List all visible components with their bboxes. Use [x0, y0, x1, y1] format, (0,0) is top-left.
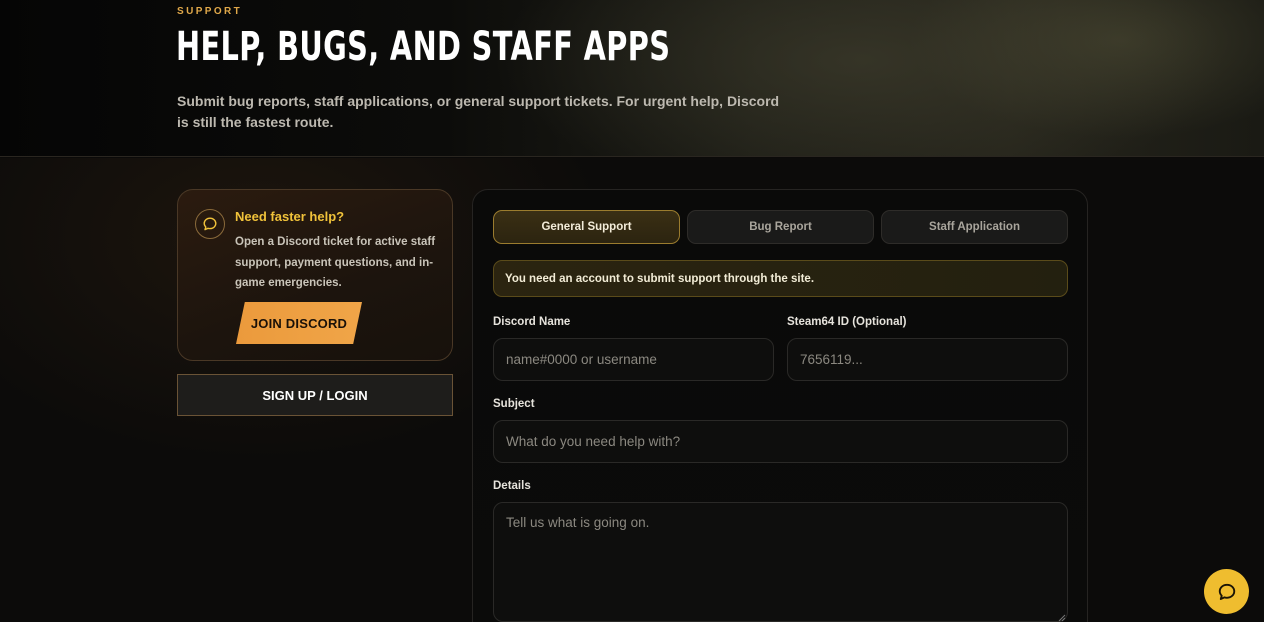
tab-general-support[interactable]: General Support — [493, 210, 680, 244]
tab-bug-report[interactable]: Bug Report — [687, 210, 874, 244]
hero-banner: SUPPORT HELP, BUGS, AND STAFF APPS Submi… — [0, 0, 1264, 157]
tab-staff-application[interactable]: Staff Application — [881, 210, 1068, 244]
chat-button[interactable] — [1204, 569, 1249, 614]
discord-name-label: Discord Name — [493, 316, 571, 328]
account-required-notice: You need an account to submit support th… — [493, 260, 1068, 297]
resize-handle-icon[interactable] — [1056, 612, 1066, 622]
page-title: HELP, BUGS, AND STAFF APPS — [176, 24, 671, 70]
details-textarea[interactable] — [493, 502, 1068, 622]
steam-id-label: Steam64 ID (Optional) — [787, 316, 907, 328]
details-label: Details — [493, 480, 531, 492]
help-card-title: Need faster help? — [235, 209, 345, 224]
hero-description: Submit bug reports, staff applications, … — [177, 93, 780, 130]
chat-bubble-icon — [1218, 583, 1235, 600]
support-form-panel: General Support Bug Report Staff Applica… — [472, 189, 1088, 622]
subject-input[interactable] — [493, 420, 1068, 463]
help-card: Need faster help? Open a Discord ticket … — [177, 189, 453, 361]
join-discord-button[interactable]: JOIN DISCORD — [236, 302, 362, 344]
subject-label: Subject — [493, 398, 535, 410]
hero-eyebrow: SUPPORT — [177, 6, 243, 17]
help-card-text: Open a Discord ticket for active staff s… — [235, 236, 436, 289]
steam-id-input[interactable] — [787, 338, 1068, 381]
chat-bubble-icon — [195, 209, 225, 239]
signup-login-button[interactable]: SIGN UP / LOGIN — [177, 374, 453, 416]
discord-name-input[interactable] — [493, 338, 774, 381]
